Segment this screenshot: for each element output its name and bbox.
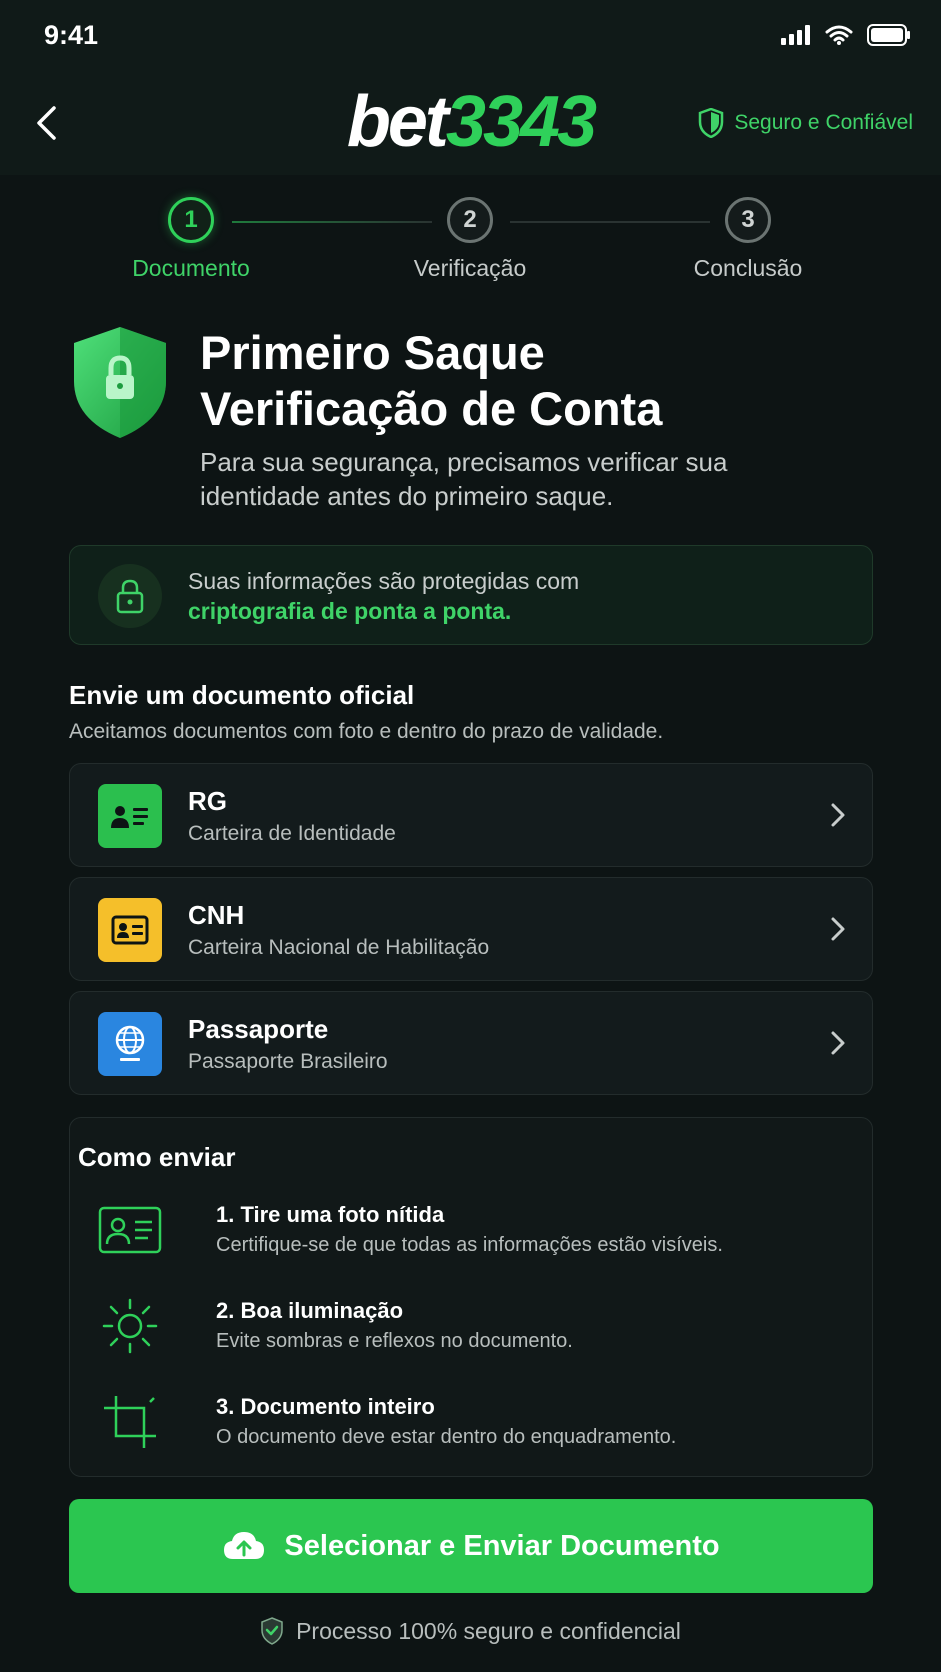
how-to-send-panel: Como enviar 1. Tire uma foto nítida Cert… xyxy=(69,1117,873,1477)
status-bar: 9:41 xyxy=(0,0,941,72)
page-title: Primeiro Saque Verificação de Conta xyxy=(200,325,662,437)
cloud-upload-icon xyxy=(224,1532,265,1559)
lock-icon xyxy=(116,579,144,614)
how-to-item-title: 3. Documento inteiro xyxy=(216,1394,435,1419)
page-subtitle: Para sua segurança, precisamos verificar… xyxy=(200,447,728,511)
step-number: 3 xyxy=(725,197,771,243)
id-card-outline-icon xyxy=(98,1200,162,1260)
trust-label: Seguro e Confiável xyxy=(734,111,913,134)
trust-badge: Seguro e Confiável xyxy=(698,108,913,138)
crop-icon xyxy=(98,1392,162,1452)
encryption-highlight: criptografia de ponta a ponta. xyxy=(188,598,512,624)
upload-button-label: Selecionar e Enviar Documento xyxy=(284,1529,720,1562)
document-title: Passaporte xyxy=(188,1014,329,1044)
globe-icon xyxy=(98,1012,162,1076)
document-subtitle: Carteira Nacional de Habilitação xyxy=(188,936,490,959)
document-title: CNH xyxy=(188,900,245,930)
encryption-text: Suas informações são protegidas com crip… xyxy=(188,566,579,626)
document-title: RG xyxy=(188,786,227,816)
hero-section: Primeiro Saque Verificação de Conta Para… xyxy=(70,325,890,525)
step-conclusao: 3 Conclusão xyxy=(648,197,848,282)
shield-lock-icon xyxy=(74,327,166,438)
encryption-text-main: Suas informações são protegidas com xyxy=(188,568,580,594)
upload-document-button[interactable]: Selecionar e Enviar Documento xyxy=(69,1499,873,1593)
status-time: 9:41 xyxy=(44,20,99,50)
how-to-title: Como enviar xyxy=(78,1142,236,1172)
how-to-item-subtitle: Evite sombras e reflexos no documento. xyxy=(216,1330,573,1352)
id-card-icon xyxy=(98,784,162,848)
shield-check-icon xyxy=(261,1617,283,1645)
main-content: 1 Documento 2 Verificação 3 Conclusão Pr… xyxy=(0,175,941,1672)
how-to-item: 1. Tire uma foto nítida Certifique-se de… xyxy=(98,1200,858,1270)
wifi-icon xyxy=(825,25,853,45)
document-option-rg[interactable]: RG Carteira de Identidade xyxy=(69,763,873,867)
title-line-1: Primeiro Saque xyxy=(200,326,545,379)
how-to-item-title: 2. Boa iluminação xyxy=(216,1298,404,1323)
chevron-right-icon xyxy=(831,917,845,941)
license-icon xyxy=(98,898,162,962)
how-to-item-subtitle: O documento deve estar dentro do enquadr… xyxy=(216,1426,677,1448)
step-documento: 1 Documento xyxy=(91,197,291,282)
app-header: bet3343 Seguro e Confiável xyxy=(0,72,941,175)
step-label: Conclusão xyxy=(693,255,803,281)
step-number: 1 xyxy=(168,197,214,243)
document-option-passaporte[interactable]: Passaporte Passaporte Brasileiro xyxy=(69,991,873,1095)
how-to-item-subtitle: Certifique-se de que todas as informaçõe… xyxy=(216,1234,723,1256)
chevron-right-icon xyxy=(831,1031,845,1055)
how-to-item: 3. Documento inteiro O documento deve es… xyxy=(98,1392,858,1462)
sun-icon xyxy=(98,1296,162,1356)
progress-stepper: 1 Documento 2 Verificação 3 Conclusão xyxy=(0,175,941,295)
lock-badge xyxy=(98,564,162,628)
document-option-cnh[interactable]: CNH Carteira Nacional de Habilitação xyxy=(69,877,873,981)
footer-note-text: Processo 100% seguro e confidencial xyxy=(296,1617,681,1644)
battery-icon xyxy=(867,24,910,46)
documents-section-title: Envie um documento oficial xyxy=(69,680,415,710)
how-to-item-title: 1. Tire uma foto nítida xyxy=(216,1202,445,1227)
chevron-right-icon xyxy=(831,803,845,827)
step-label: Documento xyxy=(132,255,250,281)
step-label: Verificação xyxy=(413,255,527,281)
status-icons xyxy=(781,24,911,46)
documents-section-subtitle: Aceitamos documentos com foto e dentro d… xyxy=(69,720,664,743)
encryption-notice: Suas informações são protegidas com crip… xyxy=(69,545,873,645)
step-number: 2 xyxy=(447,197,493,243)
how-to-item: 2. Boa iluminação Evite sombras e reflex… xyxy=(98,1296,858,1366)
logo-text-white: bet xyxy=(346,82,449,162)
security-footer: Processo 100% seguro e confidencial xyxy=(0,1617,941,1645)
signal-icon xyxy=(781,25,810,45)
title-line-2: Verificação de Conta xyxy=(200,382,663,435)
logo-text-green: 3343 xyxy=(445,82,597,162)
shield-check-icon xyxy=(699,108,724,138)
step-verificacao: 2 Verificação xyxy=(370,197,570,282)
document-subtitle: Carteira de Identidade xyxy=(188,822,396,845)
document-subtitle: Passaporte Brasileiro xyxy=(188,1050,388,1073)
